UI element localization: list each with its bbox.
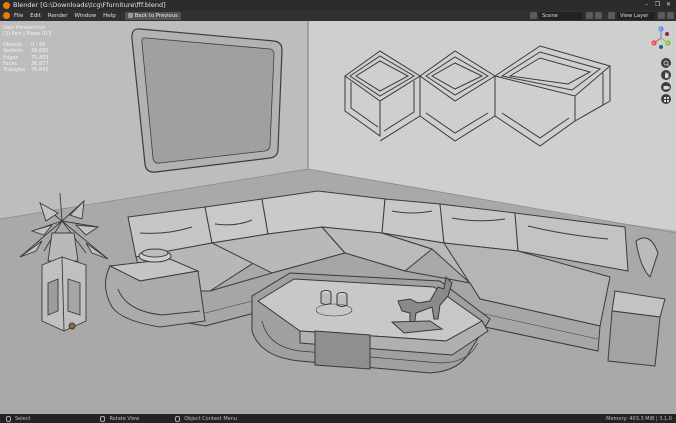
stat-row-triangles: Triangles 76,842 xyxy=(3,67,49,73)
camera-view-icon[interactable] xyxy=(661,82,671,92)
pan-hand-icon[interactable] xyxy=(661,70,671,80)
status-memory: Memory: 403.3 MiB | 3.1.0 xyxy=(606,415,672,422)
orientation-gizmo[interactable]: Z X Y xyxy=(650,26,672,50)
window-titlebar: Blender [G:\Downloads\tcg\Ffurniture\fff… xyxy=(0,0,676,10)
status-context-label: Object Context Menu xyxy=(184,415,238,422)
view-layer-remove-icon[interactable] xyxy=(667,12,674,19)
menu-render[interactable]: Render xyxy=(48,13,68,19)
status-select: Select xyxy=(6,415,31,422)
status-bar: Select Rotate View Object Context Menu M… xyxy=(0,414,676,423)
room-scene xyxy=(0,21,676,414)
window-title: Blender [G:\Downloads\tcg\Ffurniture\fff… xyxy=(13,1,166,9)
blender-logo-icon xyxy=(3,1,10,9)
minimize-button[interactable]: – xyxy=(641,0,652,10)
left-mouse-icon xyxy=(6,415,11,422)
view-layer-new-icon[interactable] xyxy=(658,12,665,19)
menu-window[interactable]: Window xyxy=(74,13,96,19)
active-collection: (3) Part | Plane.013 xyxy=(3,31,52,38)
view-layer-icon xyxy=(608,12,615,19)
scene-icon xyxy=(530,12,537,19)
menu-edit[interactable]: Edit xyxy=(30,13,41,19)
status-rotate: Rotate View xyxy=(100,415,140,422)
right-mouse-icon xyxy=(175,415,181,422)
maximize-button[interactable]: ❐ xyxy=(652,0,663,10)
status-select-label: Select xyxy=(15,415,31,422)
screen-icon xyxy=(127,13,133,18)
scene-selector[interactable]: Scene xyxy=(539,11,583,20)
mirror-frame xyxy=(131,28,283,173)
gizmo-y-label: Y xyxy=(667,41,669,45)
menu-file[interactable]: File xyxy=(14,13,23,19)
top-bar: File Edit Render Window Help Back to Pre… xyxy=(0,10,676,21)
blender-menu-icon[interactable] xyxy=(3,12,10,19)
scene-stats: Objects 0 / 95 Vertices 38,680 Edges 75,403… xyxy=(3,42,49,73)
grid-view-icon[interactable] xyxy=(661,94,671,104)
back-to-previous-button[interactable]: Back to Previous xyxy=(124,11,181,20)
status-context: Object Context Menu xyxy=(175,415,238,422)
scene-new-icon[interactable] xyxy=(595,12,602,19)
zoom-icon[interactable] xyxy=(661,58,671,68)
back-to-previous-label: Back to Previous xyxy=(134,12,178,19)
stat-key: Triangles xyxy=(3,67,26,74)
scene-browse-icon[interactable] xyxy=(586,12,593,19)
view-layer-selector[interactable]: View Layer xyxy=(617,11,655,20)
close-button[interactable]: ✕ xyxy=(663,0,674,10)
3d-viewport[interactable]: User Perspective (3) Part | Plane.013 Ob… xyxy=(0,21,676,414)
stat-value: 76,842 xyxy=(31,67,49,74)
viewport-info: User Perspective (3) Part | Plane.013 xyxy=(3,25,51,38)
middle-mouse-icon xyxy=(100,415,106,422)
status-rotate-label: Rotate View xyxy=(109,415,140,422)
menu-help[interactable]: Help xyxy=(103,13,116,19)
